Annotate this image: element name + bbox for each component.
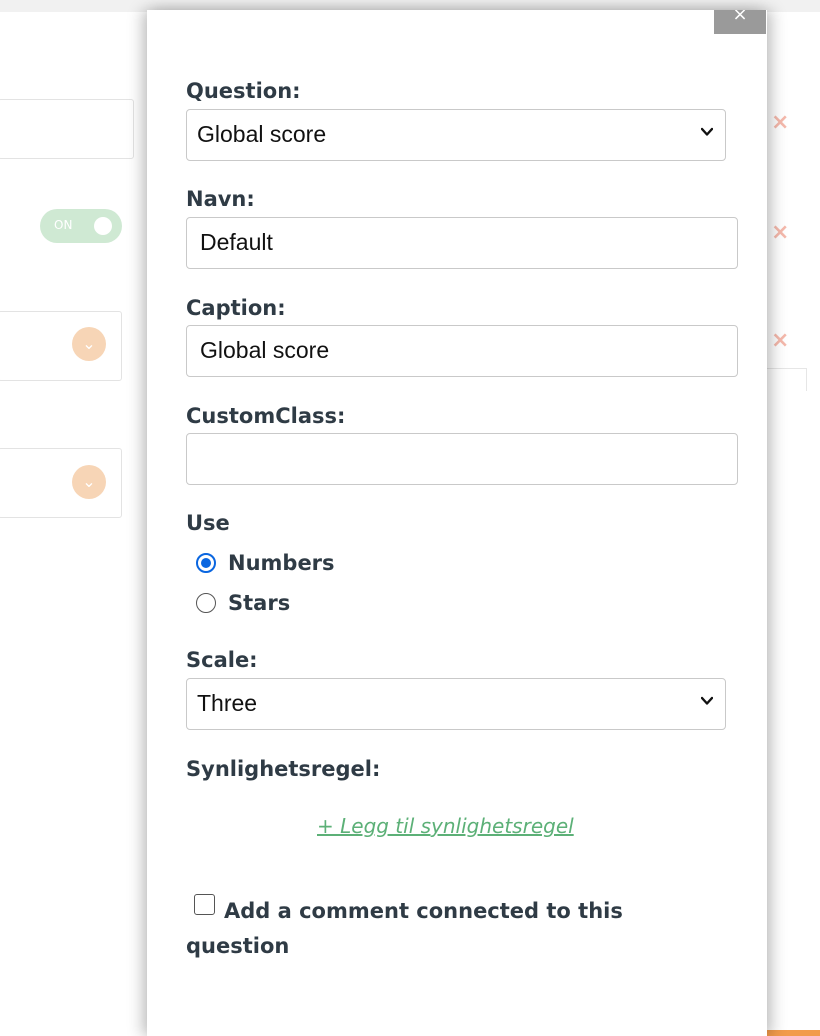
caption-input[interactable]: Global score [186,325,738,377]
stars-radio[interactable] [196,593,216,613]
question-label: Question: [186,79,301,103]
name-input-value: Default [200,229,273,255]
stars-radio-label: Stars [228,591,291,615]
toggle-switch[interactable]: ON [40,209,122,243]
custom-class-label: CustomClass: [186,404,346,428]
question-select[interactable]: Global score [186,109,726,161]
custom-class-input[interactable] [186,433,738,485]
caption-label: Caption: [186,296,286,320]
scale-label: Scale: [186,648,258,672]
background-border [766,368,807,391]
numbers-radio[interactable] [196,553,216,573]
caption-input-value: Global score [200,337,330,363]
chevron-down-icon[interactable]: ⌄ [72,327,106,361]
numbers-radio-label: Numbers [228,551,335,575]
name-input[interactable]: Default [186,217,738,269]
name-label: Navn: [186,187,255,211]
delete-icon[interactable]: × [771,112,789,134]
visibility-rule-label: Synlighetsregel: [186,757,381,781]
toggle-label: ON [54,218,73,232]
question-select-value: Global score [197,121,327,147]
delete-icon[interactable]: × [771,222,789,244]
close-button[interactable]: × [714,10,766,34]
toggle-knob [94,217,112,235]
chevron-down-icon [701,696,713,705]
question-settings-dialog [147,10,767,1036]
chevron-down-icon[interactable]: ⌄ [72,465,106,499]
use-label: Use [186,511,230,535]
chevron-down-icon [701,127,713,136]
add-visibility-rule-link[interactable]: + Legg til synlighetsregel [317,814,574,838]
delete-icon[interactable]: × [771,330,789,352]
scale-select[interactable]: Three [186,678,726,730]
background-input[interactable] [0,99,134,159]
comment-checkbox-label: Add a comment connected to this question [186,899,623,958]
scale-select-value: Three [197,690,258,716]
